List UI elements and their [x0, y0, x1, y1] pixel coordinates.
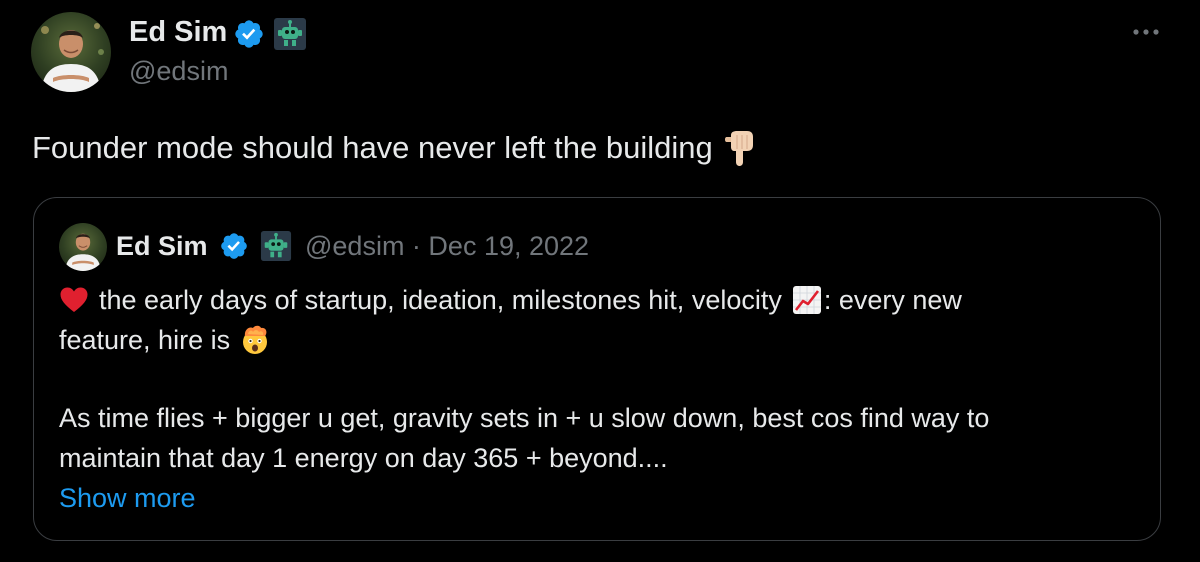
tweet-text-content: Founder mode should have never left the … — [32, 130, 713, 165]
red-heart-emoji-icon — [60, 287, 88, 312]
quoted-robot-icon — [260, 230, 292, 262]
author-avatar[interactable] — [31, 12, 111, 92]
quoted-line-3: As time flies + bigger u get, gravity se… — [59, 403, 990, 433]
tweet-text: Founder mode should have never left the … — [32, 128, 757, 168]
quoted-verified-badge-icon — [221, 233, 247, 259]
quoted-line-2-text: feature, hire is — [59, 325, 231, 355]
quoted-line-1: the early days of startup, ideation, mil… — [59, 280, 1139, 320]
quoted-handle-date[interactable]: @edsim · Dec 19, 2022 — [305, 229, 589, 263]
author-handle[interactable]: @edsim — [129, 54, 228, 88]
quoted-line-4: maintain that day 1 energy on day 365 + … — [59, 443, 668, 473]
quoted-tweet-body: the early days of startup, ideation, mil… — [59, 280, 1139, 518]
robot-icon — [274, 18, 306, 50]
exploding-head-emoji-icon — [243, 325, 268, 354]
quoted-tweet-card[interactable]: Ed Sim @edsim · Dec 19, 2022 the early d… — [33, 197, 1161, 541]
pointing-down-emoji-icon — [724, 131, 753, 166]
author-name[interactable]: Ed Sim — [129, 14, 227, 50]
quoted-line-1b: : every new — [823, 285, 962, 315]
quoted-author-avatar[interactable] — [59, 223, 107, 271]
show-more-link[interactable]: Show more — [59, 478, 196, 518]
quoted-line-1a: the early days of startup, ideation, mil… — [99, 285, 782, 315]
chart-increasing-emoji-icon — [792, 286, 821, 314]
quoted-author-name[interactable]: Ed Sim — [116, 229, 208, 263]
verified-badge-icon — [235, 20, 263, 48]
more-options-icon[interactable] — [1128, 18, 1164, 46]
quoted-line-2: feature, hire is — [59, 320, 1139, 360]
